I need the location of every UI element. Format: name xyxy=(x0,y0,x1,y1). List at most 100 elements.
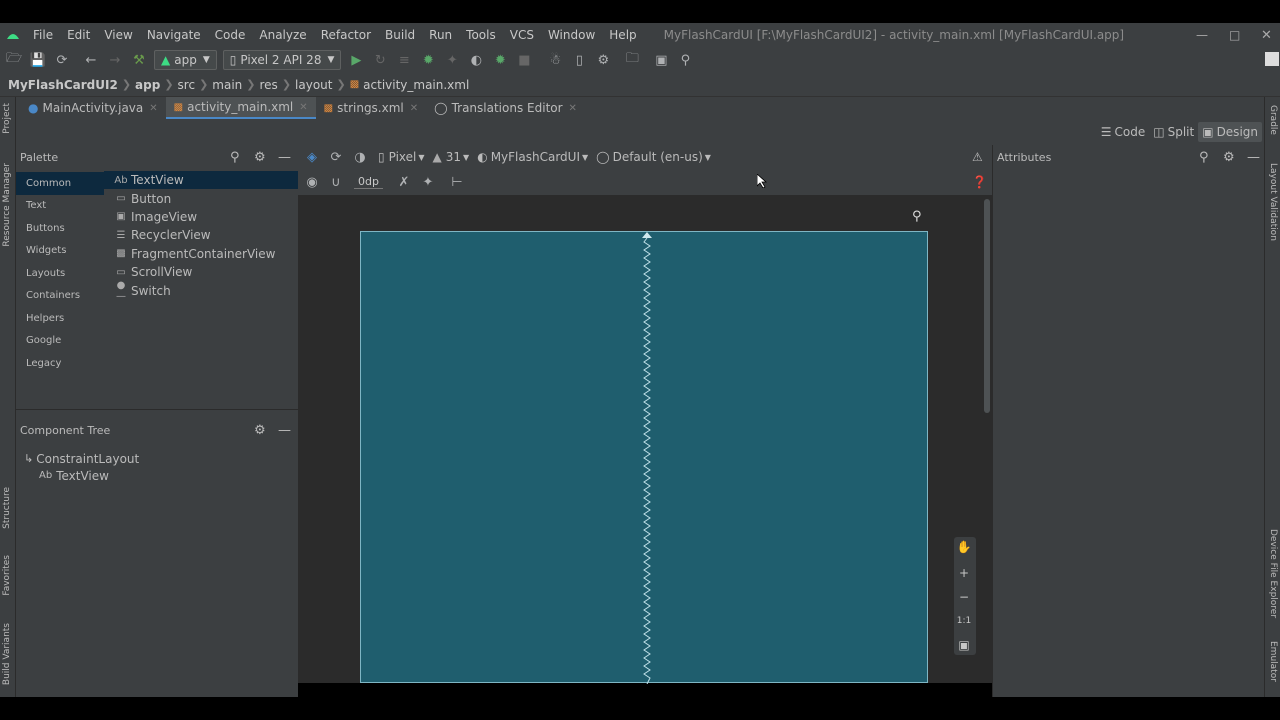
search-everywhere-icon[interactable]: ⚲ xyxy=(676,51,694,69)
terminal-icon[interactable]: ▣ xyxy=(652,51,670,69)
build-variants-tool-tab[interactable]: Build Variants xyxy=(2,623,12,685)
palette-category-legacy[interactable]: Legacy xyxy=(16,352,104,375)
breadcrumb-res[interactable]: res xyxy=(256,78,282,92)
menu-view[interactable]: View xyxy=(97,23,139,47)
breadcrumb-project[interactable]: MyFlashCardUI2 xyxy=(4,78,122,92)
device-file-explorer-tool-tab[interactable]: Device File Explorer xyxy=(1268,529,1278,618)
night-mode-icon[interactable]: ◑ xyxy=(351,148,369,166)
tree-node-constraintlayout[interactable]: ↳ ConstraintLayout xyxy=(16,450,298,467)
rerun-icon[interactable]: ↻ xyxy=(371,51,389,69)
close-tab-icon[interactable]: ✕ xyxy=(299,102,307,113)
favorites-tool-tab[interactable]: Favorites xyxy=(2,555,12,596)
device-selector[interactable]: ▯ Pixel ▼ xyxy=(378,150,425,164)
palette-item-textview[interactable]: Ab TextView xyxy=(104,171,298,190)
palette-category-common[interactable]: Common xyxy=(16,172,104,195)
sdk-manager-icon[interactable]: ⚙ xyxy=(594,51,612,69)
breadcrumb-file[interactable]: activity_main.xml xyxy=(359,78,473,92)
pan-hand-icon[interactable]: ✋ xyxy=(954,537,974,557)
resource-manager-tool-tab[interactable]: Resource Manager xyxy=(2,163,12,247)
run-config-dropdown[interactable]: ▲ app ▼ xyxy=(154,50,217,70)
palette-category-google[interactable]: Google xyxy=(16,330,104,353)
breadcrumb-main[interactable]: main xyxy=(208,78,246,92)
attach-process-icon[interactable]: ✹ xyxy=(491,51,509,69)
menu-navigate[interactable]: Navigate xyxy=(140,23,208,47)
minimize-window-icon[interactable]: — xyxy=(1196,28,1208,42)
close-tab-icon[interactable]: ✕ xyxy=(149,103,157,114)
settings-square-icon[interactable] xyxy=(1265,52,1279,66)
menu-run[interactable]: Run xyxy=(422,23,459,47)
close-tab-icon[interactable]: ✕ xyxy=(569,103,577,114)
zoom-in-icon[interactable]: + xyxy=(954,563,974,583)
menu-vcs[interactable]: VCS xyxy=(503,23,541,47)
minimize-panel-icon[interactable]: — xyxy=(278,423,291,438)
save-icon[interactable]: 💾 xyxy=(29,51,47,69)
structure-tool-tab[interactable]: Structure xyxy=(2,487,12,529)
avd-manager-icon[interactable]: ▯ xyxy=(570,51,588,69)
theme-selector[interactable]: ◐ MyFlashCardUI ▼ xyxy=(477,150,588,164)
code-mode-button[interactable]: ☰ Code xyxy=(1097,122,1150,142)
default-margin-field[interactable]: 0dp xyxy=(354,175,383,189)
gear-icon[interactable]: ⚙ xyxy=(254,150,266,165)
magnet-icon[interactable]: ∪ xyxy=(327,173,345,191)
locale-selector[interactable]: ◯ Default (en-us) ▼ xyxy=(596,150,711,164)
tab-activity-main-xml[interactable]: ▩ activity_main.xml ✕ xyxy=(165,97,316,119)
zoom-out-icon[interactable]: − xyxy=(954,587,974,607)
menu-analyze[interactable]: Analyze xyxy=(252,23,313,47)
palette-category-text[interactable]: Text xyxy=(16,195,104,218)
apply-changes-icon[interactable]: ≡ xyxy=(395,51,413,69)
zoom-to-fit-icon[interactable]: ▣ xyxy=(954,635,974,655)
gradle-tool-tab[interactable]: Gradle xyxy=(1268,105,1278,135)
search-icon[interactable]: ⚲ xyxy=(230,150,240,165)
search-icon[interactable]: ⚲ xyxy=(1199,150,1209,165)
device-dropdown[interactable]: ▯ Pixel 2 API 28 ▼ xyxy=(222,50,342,70)
clear-constraints-icon[interactable]: ✗ xyxy=(395,173,413,191)
sync-icon[interactable]: ⟳ xyxy=(53,51,71,69)
palette-item-recyclerview[interactable]: ☰ RecyclerView xyxy=(104,226,298,244)
forward-arrow-icon[interactable]: → xyxy=(106,51,124,69)
tab-translations-editor[interactable]: ◯ Translations Editor ✕ xyxy=(426,97,585,119)
menu-file[interactable]: File xyxy=(26,23,60,47)
project-structure-icon[interactable]: 🗀 xyxy=(623,51,641,69)
menu-tools[interactable]: Tools xyxy=(459,23,503,47)
palette-category-helpers[interactable]: Helpers xyxy=(16,307,104,330)
profile-icon[interactable]: ◐ xyxy=(467,51,485,69)
layers-icon[interactable]: ◈ xyxy=(303,148,321,166)
palette-category-layouts[interactable]: Layouts xyxy=(16,262,104,285)
run-play-icon[interactable]: ▶ xyxy=(347,51,365,69)
close-window-icon[interactable]: ✕ xyxy=(1261,28,1272,43)
breadcrumb-layout[interactable]: layout xyxy=(291,78,336,92)
attach-debugger-icon[interactable]: ✦ xyxy=(443,51,461,69)
palette-item-scrollview[interactable]: ▭ ScrollView xyxy=(104,263,298,281)
palette-item-imageview[interactable]: ▣ ImageView xyxy=(104,208,298,226)
open-folder-icon[interactable]: 🗁 xyxy=(5,51,23,69)
build-hammer-icon[interactable]: ⚒ xyxy=(130,51,148,69)
debug-bug-icon[interactable]: ✹ xyxy=(419,51,437,69)
zoom-actual-size-button[interactable]: 1:1 xyxy=(954,611,974,631)
guidelines-icon[interactable]: ⊢ xyxy=(448,173,466,191)
maximize-window-icon[interactable]: □ xyxy=(1229,28,1240,42)
warning-icon[interactable]: ⚠ xyxy=(972,150,983,164)
palette-item-button[interactable]: ▭ Button xyxy=(104,189,298,207)
split-mode-button[interactable]: ◫ Split xyxy=(1149,122,1198,142)
menu-build[interactable]: Build xyxy=(378,23,422,47)
gear-icon[interactable]: ⚙ xyxy=(1223,150,1235,165)
menu-code[interactable]: Code xyxy=(208,23,253,47)
help-icon[interactable]: ❓ xyxy=(972,175,987,189)
menu-refactor[interactable]: Refactor xyxy=(314,23,378,47)
api-selector[interactable]: ▲ 31 ▼ xyxy=(433,150,470,164)
palette-category-widgets[interactable]: Widgets xyxy=(16,240,104,263)
project-tool-tab[interactable]: Project xyxy=(2,103,12,134)
emulator-tool-tab[interactable]: Emulator xyxy=(1268,641,1278,682)
design-canvas[interactable]: ⚲ ✋ + − 1:1 ▣ xyxy=(298,195,992,684)
canvas-scrollbar[interactable] xyxy=(984,199,990,413)
orientation-icon[interactable]: ⟳ xyxy=(327,148,345,166)
palette-category-buttons[interactable]: Buttons xyxy=(16,217,104,240)
breadcrumb-app[interactable]: app xyxy=(131,78,164,92)
gear-icon[interactable]: ⚙ xyxy=(254,423,266,438)
palette-item-switch[interactable]: ●— Switch xyxy=(104,280,298,302)
pin-icon[interactable]: ⚲ xyxy=(912,209,922,224)
blueprint-screen[interactable] xyxy=(360,231,928,684)
menu-window[interactable]: Window xyxy=(541,23,602,47)
palette-item-fragmentcontainerview[interactable]: ▩ FragmentContainerView xyxy=(104,245,298,263)
tab-mainactivity-java[interactable]: ● MainActivity.java ✕ xyxy=(20,97,166,119)
